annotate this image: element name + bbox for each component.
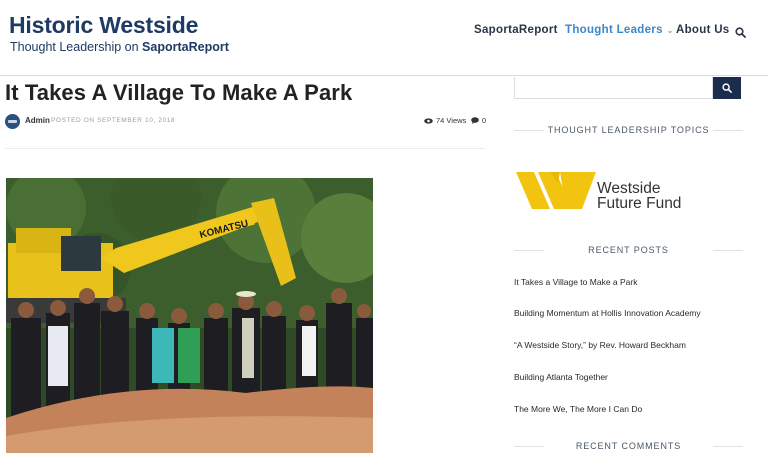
sponsor-name[interactable]: Westside Future Fund xyxy=(597,180,682,212)
search-icon[interactable] xyxy=(735,25,746,38)
views-label: 74 Views xyxy=(436,116,467,125)
comments-count[interactable]: 0 xyxy=(471,116,486,125)
chevron-down-icon: ⌄ xyxy=(666,26,674,35)
tagline-brand[interactable]: SaportaReport xyxy=(142,40,229,54)
sidebar-search-input[interactable] xyxy=(514,77,713,99)
recent-post-link[interactable]: Building Momentum at Hollis Innovation A… xyxy=(514,308,701,318)
post-date: POSTED ON SEPTEMBER 10, 2018 xyxy=(51,117,176,124)
site-header: Historic Westside Thought Leadership on … xyxy=(0,0,768,76)
comments-label: 0 xyxy=(482,116,487,125)
search-icon xyxy=(722,83,732,93)
sponsor-line2: Future Fund xyxy=(597,195,682,212)
eye-icon xyxy=(424,117,433,124)
site-tagline: Thought Leadership on SaportaReport xyxy=(10,40,229,54)
sidebar-search-button[interactable] xyxy=(713,77,741,99)
tagline-prefix: Thought Leadership on xyxy=(10,40,143,54)
nav-label: About Us xyxy=(676,24,730,36)
author-avatar[interactable] xyxy=(5,114,20,129)
recent-posts-heading: RECENT POSTS xyxy=(514,245,743,255)
sponsor-line1: Westside xyxy=(597,180,661,197)
nav-label: Thought Leaders xyxy=(565,24,663,36)
recent-post-link[interactable]: The More We, The More I Can Do xyxy=(514,404,642,414)
nav-label: SaportaReport xyxy=(474,24,558,36)
nav-about-us[interactable]: About Us xyxy=(676,24,730,36)
views-count: 74 Views xyxy=(424,116,466,125)
article-photo: KOMATSU xyxy=(6,178,373,453)
nav-saportareport[interactable]: SaportaReport xyxy=(474,24,558,36)
recent-comments-heading: RECENT COMMENTS xyxy=(514,441,743,451)
nav-thought-leaders[interactable]: Thought Leaders ⌄ xyxy=(565,24,674,36)
topics-heading: THOUGHT LEADERSHIP TOPICS xyxy=(514,125,743,135)
article-title: It Takes A Village To Make A Park xyxy=(5,80,353,105)
author-name[interactable]: Admin xyxy=(25,116,50,125)
recent-post-link[interactable]: It Takes a Village to Make a Park xyxy=(514,277,637,287)
site-title[interactable]: Historic Westside xyxy=(9,12,198,39)
recent-post-link[interactable]: Building Atlanta Together xyxy=(514,372,608,382)
recent-post-link[interactable]: “A Westside Story,” by Rev. Howard Beckh… xyxy=(514,340,686,350)
comment-icon xyxy=(471,117,479,124)
meta-divider xyxy=(5,148,485,149)
